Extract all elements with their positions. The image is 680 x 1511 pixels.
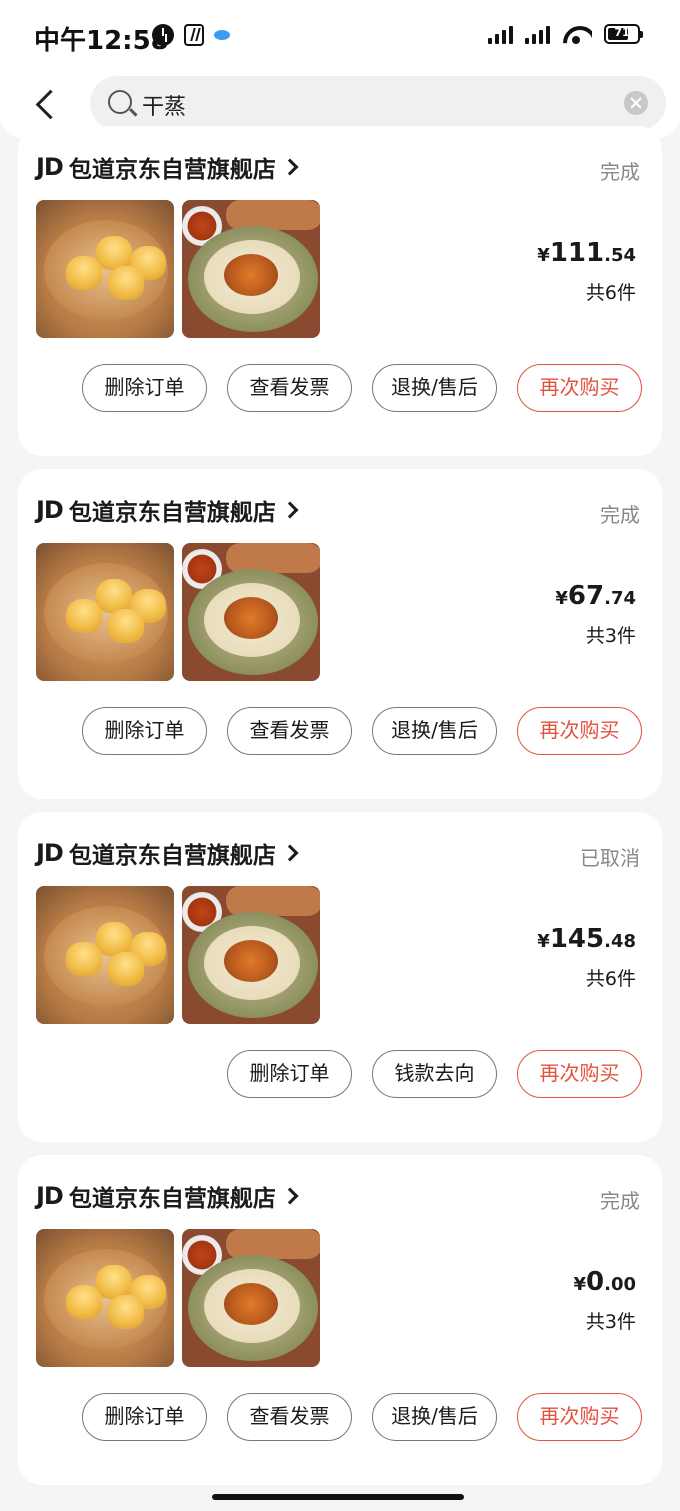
currency-symbol: ¥ <box>537 245 550 266</box>
price-integer: 111 <box>549 238 605 268</box>
home-indicator[interactable] <box>212 1494 464 1500</box>
price-integer: 145 <box>549 924 605 954</box>
item-count: 共3件 <box>585 1311 636 1333</box>
delete-order-button[interactable]: 删除订单 <box>82 707 207 755</box>
shop-link[interactable]: JD 包道京东自营旗舰店 <box>36 1179 299 1213</box>
view-invoice-button[interactable]: 查看发票 <box>227 364 352 412</box>
jd-logo: JD <box>36 496 64 524</box>
jd-logo: JD <box>36 839 64 867</box>
order-status: 完成 <box>600 503 640 527</box>
price-integer: 0 <box>586 1267 605 1297</box>
product-image-shumai[interactable] <box>36 1229 174 1367</box>
refund-tracking-button[interactable]: 钱款去向 <box>372 1050 497 1098</box>
item-count: 共6件 <box>585 282 636 304</box>
search-input[interactable]: 干蒸 <box>90 76 666 130</box>
product-image-zongzi[interactable] <box>182 543 320 681</box>
delete-order-button[interactable]: 删除订单 <box>227 1050 352 1098</box>
price-decimal: .00 <box>604 1274 636 1295</box>
view-invoice-button[interactable]: 查看发票 <box>227 707 352 755</box>
shop-link[interactable]: JD 包道京东自营旗舰店 <box>36 836 299 870</box>
shop-name: 包道京东自营旗舰店 <box>68 843 276 869</box>
view-invoice-button[interactable]: 查看发票 <box>227 1393 352 1441</box>
alarm-icon <box>152 24 174 46</box>
order-price: ¥0.00 <box>573 1267 636 1297</box>
search-icon <box>108 90 132 114</box>
price-decimal: .48 <box>604 931 636 952</box>
product-image-shumai[interactable] <box>36 886 174 1024</box>
jd-logo: JD <box>36 1182 64 1210</box>
shop-name: 包道京东自营旗舰店 <box>68 1186 276 1212</box>
product-image-zongzi[interactable] <box>182 886 320 1024</box>
price-integer: 67 <box>567 581 605 611</box>
network-indicator-icon <box>214 30 230 40</box>
wifi-icon <box>562 24 592 44</box>
delete-order-button[interactable]: 删除订单 <box>82 1393 207 1441</box>
chevron-right-icon <box>281 844 299 862</box>
order-price: ¥67.74 <box>555 581 636 611</box>
chevron-right-icon <box>281 158 299 176</box>
buy-again-button[interactable]: 再次购买 <box>517 1050 642 1098</box>
battery-icon: 71 <box>604 24 643 44</box>
back-icon[interactable] <box>28 82 64 126</box>
clear-icon[interactable] <box>624 91 648 115</box>
product-image-shumai[interactable] <box>36 200 174 338</box>
chevron-right-icon <box>281 1187 299 1205</box>
shop-link[interactable]: JD 包道京东自营旗舰店 <box>36 493 299 527</box>
product-image-shumai[interactable] <box>36 543 174 681</box>
buy-again-button[interactable]: 再次购买 <box>517 364 642 412</box>
return-aftersale-button[interactable]: 退换/售后 <box>372 707 497 755</box>
jd-logo: JD <box>36 153 64 181</box>
status-bar: 中午12:58 71 <box>0 0 680 72</box>
item-count: 共3件 <box>585 625 636 647</box>
order-status: 完成 <box>600 1189 640 1213</box>
price-decimal: .54 <box>604 245 636 266</box>
shop-link[interactable]: JD 包道京东自营旗舰店 <box>36 150 299 184</box>
currency-symbol: ¥ <box>573 1274 587 1295</box>
product-image-zongzi[interactable] <box>182 200 320 338</box>
return-aftersale-button[interactable]: 退换/售后 <box>372 1393 497 1441</box>
chevron-right-icon <box>281 501 299 519</box>
return-aftersale-button[interactable]: 退换/售后 <box>372 364 497 412</box>
order-card[interactable]: JD 包道京东自营旗舰店 完成 ¥67.74 共3件 删除订单 查看发票 退换/… <box>18 469 662 799</box>
order-card[interactable]: JD 包道京东自营旗舰店 完成 ¥111.54 共6件 删除订单 查看发票 退换… <box>18 126 662 456</box>
shop-name: 包道京东自营旗舰店 <box>68 157 276 183</box>
signal-icon <box>488 24 513 44</box>
item-count: 共6件 <box>585 968 636 990</box>
search-query: 干蒸 <box>142 95 187 120</box>
order-card[interactable]: JD 包道京东自营旗舰店 已取消 ¥145.48 共6件 删除订单 钱款去向 再… <box>18 812 662 1142</box>
product-image-zongzi[interactable] <box>182 1229 320 1367</box>
order-price: ¥111.54 <box>537 238 636 268</box>
order-status: 已取消 <box>580 846 640 870</box>
buy-again-button[interactable]: 再次购买 <box>517 707 642 755</box>
order-card[interactable]: JD 包道京东自营旗舰店 完成 ¥0.00 共3件 删除订单 查看发票 退换/售… <box>18 1155 662 1485</box>
shop-name: 包道京东自营旗舰店 <box>68 500 276 526</box>
currency-symbol: ¥ <box>537 931 550 952</box>
order-price: ¥145.48 <box>537 924 636 954</box>
currency-symbol: ¥ <box>555 588 568 609</box>
signal-icon-2 <box>525 24 550 44</box>
battery-level: 71 <box>614 26 630 39</box>
nfc-icon <box>184 24 204 46</box>
delete-order-button[interactable]: 删除订单 <box>82 364 207 412</box>
order-status: 完成 <box>600 160 640 184</box>
status-time: 中午12:58 <box>34 26 169 56</box>
price-decimal: .74 <box>604 588 636 609</box>
buy-again-button[interactable]: 再次购买 <box>517 1393 642 1441</box>
